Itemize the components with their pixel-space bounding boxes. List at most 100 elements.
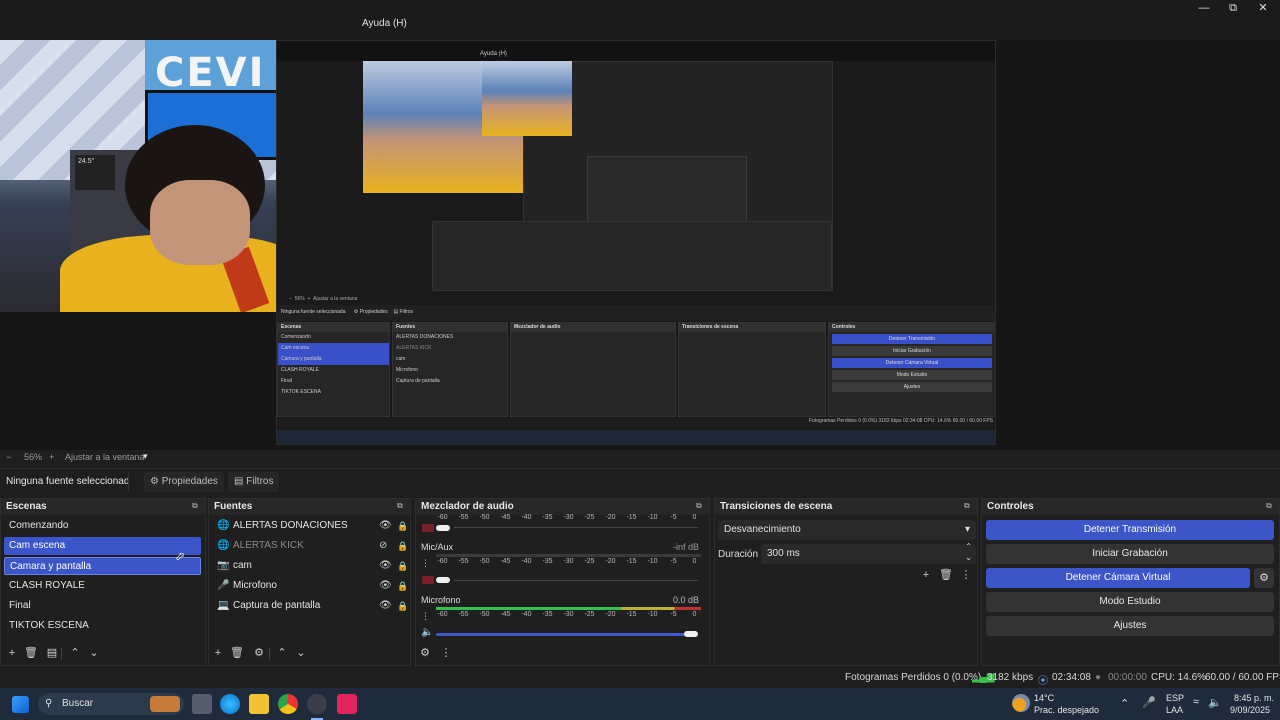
stop-virtual-camera-button[interactable]: Detener Cámara Virtual <box>986 568 1250 588</box>
move-up-icon[interactable]: ⌃ <box>275 646 289 660</box>
lock-icon[interactable]: 🔒 <box>397 557 408 575</box>
add-icon[interactable]: + <box>5 646 19 660</box>
source-item[interactable]: 📷 cam 👁 🔒 <box>213 557 409 575</box>
lock-icon[interactable]: 🔒 <box>397 577 408 595</box>
start-recording-button[interactable]: Iniciar Grabación <box>986 544 1274 564</box>
undock-icon[interactable]: ⧉ <box>696 501 705 510</box>
chrome-icon[interactable] <box>278 694 298 714</box>
move-down-icon[interactable]: ⌄ <box>87 646 101 660</box>
trash-icon[interactable]: 🗑 <box>230 646 244 660</box>
kebab-menu-icon[interactable]: ⋮ <box>421 611 430 622</box>
restore-icon[interactable]: ⧉ <box>1226 2 1240 14</box>
obs-icon[interactable] <box>307 694 327 714</box>
record-icon: ● <box>1095 672 1102 683</box>
properties-button[interactable]: ⚙ Propiedades <box>144 472 224 492</box>
tiktok-live-icon[interactable] <box>337 694 357 714</box>
keyboard-layout[interactable]: LAA <box>1166 705 1183 715</box>
stop-streaming-button[interactable]: Detener Transmisión <box>986 520 1274 540</box>
eye-icon[interactable]: 👁 <box>379 577 392 595</box>
transition-select[interactable]: Desvanecimiento ▾ <box>718 520 976 540</box>
scene-item[interactable]: TIKTOK ESCENA <box>4 617 201 635</box>
filter-icon[interactable]: ▤ <box>45 646 59 660</box>
lock-icon[interactable]: 🔒 <box>397 597 408 615</box>
undock-icon[interactable]: ⧉ <box>964 501 973 510</box>
lock-icon[interactable]: 🔒 <box>397 537 408 555</box>
minimize-icon[interactable]: — <box>1197 2 1211 14</box>
task-view-icon[interactable] <box>192 694 212 714</box>
filters-button[interactable]: ▤ Filtros <box>228 472 280 492</box>
eye-icon[interactable]: 👁 <box>379 517 392 535</box>
scene-item[interactable]: Comenzando <box>4 517 201 535</box>
undock-icon[interactable]: ⧉ <box>397 501 406 510</box>
volume-icon[interactable]: 🔈 <box>1208 696 1222 709</box>
transitions-dock: Transiciones de escena ⧉ Desvanecimiento… <box>714 498 978 666</box>
undock-icon[interactable]: ⧉ <box>1266 501 1275 510</box>
nested-zoom-bar: − 56% + Ajustar a la ventana <box>289 296 358 302</box>
weather-icon[interactable] <box>1012 694 1030 712</box>
wifi-icon[interactable]: ≈ <box>1193 696 1199 708</box>
advanced-audio-icon[interactable]: ⚙ <box>418 646 432 660</box>
volume-slider[interactable] <box>436 577 450 583</box>
db-tick: -25 <box>584 558 595 565</box>
spinner-icon[interactable]: ⌃ ⌄ <box>965 541 972 563</box>
sources-dock: Fuentes ⧉ 🌐 ALERTAS DONACIONES 👁 🔒 🌐 ALE… <box>208 498 411 666</box>
menu-help[interactable]: Ayuda (H) <box>362 18 407 29</box>
kebab-menu-icon[interactable]: ⋮ <box>959 568 973 582</box>
windows-start-icon[interactable] <box>12 696 29 713</box>
clock-date[interactable]: 9/09/2025 <box>1230 705 1270 715</box>
muted-speaker-icon[interactable] <box>422 524 434 532</box>
add-icon[interactable]: + <box>919 568 933 582</box>
scene-item[interactable]: CLASH ROYALE <box>4 577 201 595</box>
kebab-menu-icon[interactable]: ⋮ <box>421 558 430 569</box>
move-down-icon[interactable]: ⌄ <box>294 646 308 660</box>
source-item[interactable]: 💻 Captura de pantalla 👁 🔒 <box>213 597 409 615</box>
volume-slider[interactable] <box>684 631 698 637</box>
chevron-up-icon[interactable]: ⌃ <box>1120 697 1129 710</box>
fit-to-window[interactable]: Ajustar a la ventana <box>65 452 145 462</box>
mixer-title: Mezclador de audio <box>421 501 514 512</box>
audio-mixer-dock: Mezclador de audio ⧉ -60 -55 -50 -45 -40 -35-… <box>415 498 710 666</box>
source-item[interactable]: 🌐 ALERTAS KICK ⊘ 🔒 <box>213 537 409 555</box>
trash-icon[interactable]: 🗑 <box>939 568 953 582</box>
zoom-in-button[interactable]: + <box>49 452 54 462</box>
kebab-menu-icon[interactable]: ⋮ <box>439 646 453 660</box>
studio-mode-button[interactable]: Modo Estudio <box>986 592 1274 612</box>
speaker-icon[interactable]: 🔈 <box>421 627 433 638</box>
volume-track[interactable] <box>436 633 692 636</box>
language[interactable]: ESP <box>1166 693 1184 703</box>
file-explorer-icon[interactable] <box>249 694 269 714</box>
settings-button[interactable]: Ajustes <box>986 616 1274 636</box>
taskbar-search[interactable]: ⚲ Buscar <box>38 693 184 715</box>
nested-control: Iniciar Grabación <box>832 346 992 356</box>
gear-icon[interactable]: ⚙ <box>1254 568 1274 588</box>
duration-input[interactable]: 300 ms ⌃ ⌄ <box>761 541 976 564</box>
scene-item[interactable]: Camara y pantalla <box>4 557 201 575</box>
nested-control: Ajustes <box>832 382 992 392</box>
nested-dock-title: Controles <box>829 323 995 332</box>
filter-icon: ▤ <box>234 476 244 487</box>
zoom-out-button[interactable]: − <box>6 452 11 462</box>
scene-item-active[interactable]: Cam escena <box>4 537 201 555</box>
microphone-icon[interactable]: 🎤 <box>1142 696 1156 709</box>
eye-hidden-icon[interactable]: ⊘ <box>379 537 387 555</box>
eye-icon[interactable]: 👁 <box>379 557 392 575</box>
move-up-icon[interactable]: ⌃ <box>68 646 82 660</box>
volume-slider[interactable] <box>436 525 450 531</box>
source-item[interactable]: 🎤 Microfono 👁 🔒 <box>213 577 409 595</box>
source-item[interactable]: 🌐 ALERTAS DONACIONES 👁 🔒 <box>213 517 409 535</box>
program-preview[interactable]: CEVI 24.5" Ayuda (H) − 56% + Ajustar a l… <box>0 40 1280 450</box>
gear-icon[interactable]: ⚙ <box>252 646 266 660</box>
source-label: ALERTAS DONACIONES <box>233 520 348 531</box>
scene-item[interactable]: Final <box>4 597 201 615</box>
muted-speaker-icon[interactable] <box>422 576 434 584</box>
lock-icon[interactable]: 🔒 <box>397 517 408 535</box>
trash-icon[interactable]: 🗑 <box>24 646 38 660</box>
db-tick: -30 <box>563 558 574 565</box>
eye-icon[interactable]: 👁 <box>379 597 392 615</box>
chevron-down-icon[interactable]: ▾ <box>143 451 148 462</box>
add-icon[interactable]: + <box>211 646 225 660</box>
clock-time[interactable]: 8:45 p. m. <box>1234 693 1274 703</box>
close-icon[interactable]: ✕ <box>1256 2 1270 14</box>
undock-icon[interactable]: ⧉ <box>192 501 201 510</box>
edge-icon[interactable] <box>220 694 240 714</box>
